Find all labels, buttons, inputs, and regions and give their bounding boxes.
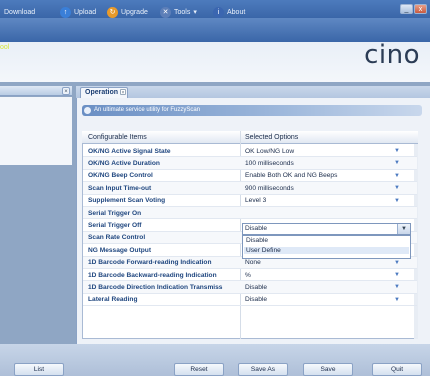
dropdown-selected-value: Disable — [245, 225, 267, 232]
save-button[interactable]: Save — [303, 363, 353, 376]
menu-upgrade[interactable]: ↻ Upgrade — [107, 6, 148, 18]
row-item-label: 1D Barcode Backward-reading Indication — [88, 271, 217, 279]
header-configurable-items[interactable]: Configurable Items — [88, 134, 147, 141]
menu-download-label: Download — [4, 8, 36, 16]
row-item-label: OK/NG Beep Control — [88, 172, 153, 180]
row-option-value[interactable]: Level 3 — [245, 197, 266, 204]
dropdown-option-user-define[interactable]: User Define — [244, 247, 409, 254]
chevron-down-icon: ▾ — [193, 9, 197, 16]
chevron-down-icon[interactable]: ▼ — [394, 173, 400, 179]
row-option-value[interactable]: Disable — [245, 296, 267, 303]
chevron-down-icon[interactable]: ▼ — [394, 297, 400, 303]
tools-icon: ✕ — [160, 6, 171, 18]
left-panel-body — [0, 97, 72, 165]
close-button[interactable]: x — [414, 4, 427, 14]
upgrade-icon: ↻ — [107, 6, 118, 18]
quick-access-toolbar[interactable]: ool — [0, 44, 9, 54]
list-button[interactable]: List — [14, 363, 64, 376]
reset-button[interactable]: Reset — [174, 363, 224, 376]
menu-bar — [0, 18, 430, 42]
menu-about-label: About — [227, 8, 246, 16]
row-item-label: OK/NG Active Duration — [88, 159, 160, 167]
row-item-label: OK/NG Active Signal State — [88, 147, 171, 155]
menu-tools[interactable]: ✕ Tools ▾ — [160, 6, 197, 18]
menu-upload-label: Upload — [74, 8, 97, 16]
chevron-down-icon[interactable]: ▼ — [394, 284, 400, 290]
row-option-value[interactable]: 900 milliseconds — [245, 185, 294, 192]
upload-icon: ↑ — [60, 6, 71, 18]
minimize-button[interactable]: _ — [400, 4, 413, 14]
row-item-label: Scan Rate Control — [88, 234, 146, 242]
row-item-label: Serial Trigger Off — [88, 221, 142, 229]
row-option-value[interactable]: OK Low/NG Low — [245, 148, 294, 155]
menu-tools-label: Tools — [174, 8, 191, 16]
save-as-button[interactable]: Save As — [238, 363, 288, 376]
cino-logo: cino — [364, 40, 420, 70]
menu-download[interactable]: Download — [4, 6, 35, 18]
about-icon: i — [213, 6, 224, 18]
row-item-label: 1D Barcode Direction Indication Transmis… — [88, 283, 223, 291]
info-icon — [84, 107, 91, 114]
row-option-value[interactable]: 100 milliseconds — [245, 160, 294, 167]
chevron-down-icon[interactable]: ▼ — [394, 198, 400, 204]
chevron-down-icon[interactable]: ▼ — [394, 185, 400, 191]
row-option-value[interactable]: Disable — [245, 284, 267, 291]
menu-about[interactable]: i About — [213, 6, 245, 18]
menu-upload[interactable]: ↑ Upload — [60, 6, 96, 18]
row-item-label: Scan Input Time-out — [88, 184, 152, 192]
dropdown-option-disable[interactable]: Disable — [244, 237, 409, 244]
row-item-label: Serial Trigger On — [88, 209, 142, 217]
tab-strip — [76, 86, 430, 98]
chevron-down-icon[interactable]: ▼ — [394, 272, 400, 278]
header-selected-options[interactable]: Selected Options — [245, 134, 298, 141]
row-item-label: Lateral Reading — [88, 296, 138, 304]
chevron-down-icon[interactable]: ▼ — [394, 160, 400, 166]
left-panel-close-icon[interactable]: × — [62, 87, 70, 95]
row-item-label: Supplement Scan Voting — [88, 197, 166, 205]
chevron-down-icon[interactable]: ▼ — [397, 224, 410, 234]
row-option-value[interactable]: Enable Both OK and NG Beeps — [245, 172, 337, 179]
serial-trigger-on-select[interactable] — [242, 223, 411, 235]
row-option-value[interactable]: % — [245, 272, 251, 279]
menu-upgrade-label: Upgrade — [121, 8, 148, 16]
row-item-label: 1D Barcode Forward-reading Indication — [88, 259, 212, 267]
tab-close-icon[interactable]: × — [120, 89, 126, 96]
chevron-down-icon[interactable]: ▼ — [394, 260, 400, 266]
info-banner: An ultimate service utility for FuzzySca… — [82, 105, 422, 116]
quit-button[interactable]: Quit — [372, 363, 422, 376]
row-item-label: NG Message Output — [88, 246, 152, 254]
row-option-value[interactable]: None — [245, 259, 261, 266]
chevron-down-icon[interactable]: ▼ — [394, 148, 400, 154]
